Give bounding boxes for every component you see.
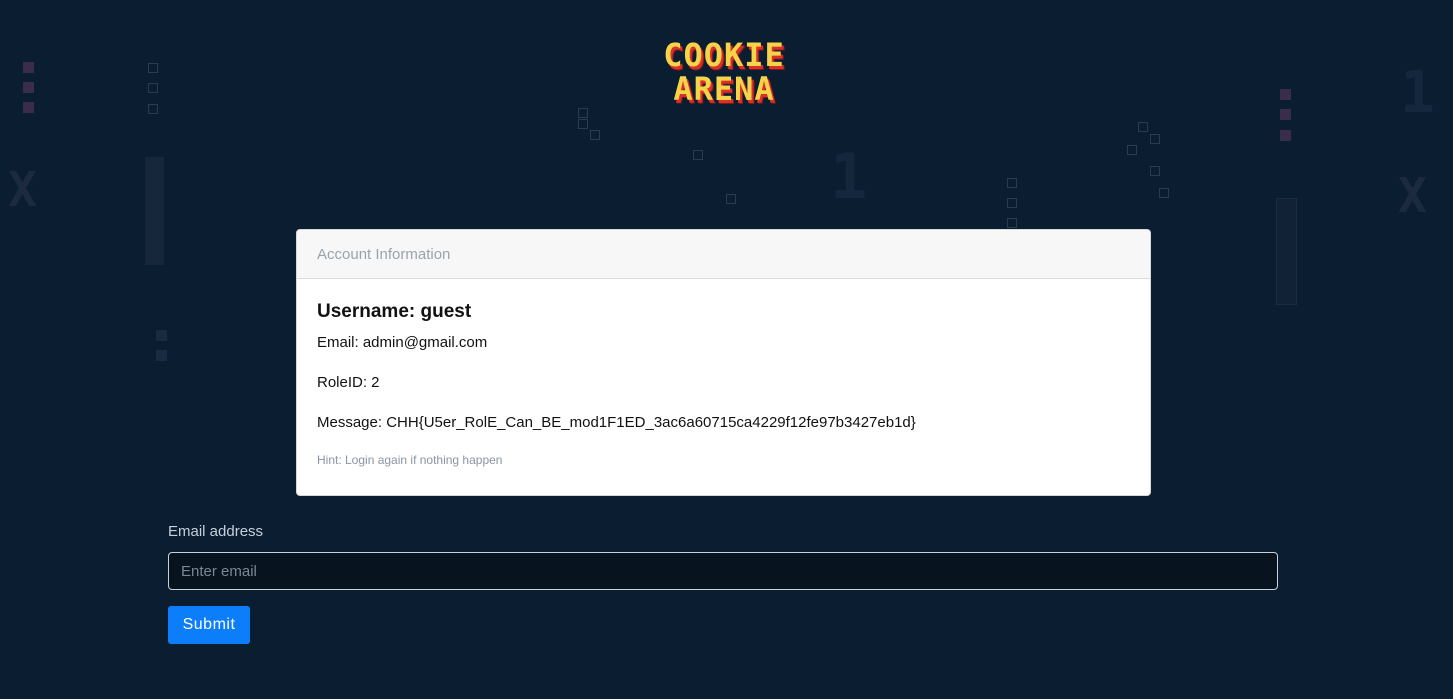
email-input[interactable] (168, 552, 1278, 590)
cookie-arena-logo: COOKIE ARENA (644, 38, 804, 106)
card-header: Account Information (297, 230, 1150, 279)
pixel-decoration (1138, 122, 1148, 132)
pixel-decoration (23, 102, 34, 113)
pixel-decoration (1159, 188, 1169, 198)
pixel-decoration (1007, 198, 1017, 208)
pixel-decoration (578, 119, 588, 129)
username-text: Username: guest (317, 301, 472, 322)
logo-line-cookie: COOKIE (663, 36, 785, 74)
role-id-text: RoleID: 2 (317, 374, 380, 391)
pixel-decoration (148, 63, 158, 73)
pixel-decoration (726, 194, 736, 204)
pixel-decoration (1007, 218, 1017, 228)
pixel-decoration (156, 330, 167, 341)
pixel-decoration (156, 350, 167, 361)
digit-decoration: 1 (830, 140, 868, 213)
pixel-decoration (148, 83, 158, 93)
pixel-decoration (590, 130, 600, 140)
pixel-decoration (1280, 109, 1291, 120)
pixel-decoration (1150, 166, 1160, 176)
pixel-decoration (148, 104, 158, 114)
email-text: Email: admin@gmail.com (317, 334, 488, 351)
x-decoration: X (8, 162, 37, 218)
pixel-decoration (1127, 145, 1137, 155)
x-decoration: X (1398, 168, 1427, 224)
account-info-card: Account Information Username: guest Emai… (296, 229, 1151, 496)
card-body: Username: guest Email: admin@gmail.com R… (297, 279, 1150, 467)
hint-text: Hint: Login again if nothing happen (317, 453, 503, 467)
submit-button[interactable]: Submit (168, 606, 250, 644)
email-label: Email address (168, 523, 264, 540)
bar-decoration (1276, 198, 1297, 305)
page: X 1 1 X COOKIE ARENA Account Information… (0, 0, 1453, 699)
pixel-decoration (1280, 130, 1291, 141)
pixel-decoration (1007, 178, 1017, 188)
pixel-decoration (23, 62, 34, 73)
pixel-decoration (1280, 89, 1291, 100)
bar-decoration (145, 157, 164, 265)
pixel-decoration (578, 108, 588, 118)
message-text: Message: CHH{U5er_RolE_Can_BE_mod1F1ED_3… (317, 414, 916, 431)
pixel-decoration (23, 82, 34, 93)
pixel-decoration (1150, 134, 1160, 144)
pixel-decoration (693, 150, 703, 160)
digit-decoration: 1 (1400, 58, 1435, 126)
logo-line-arena: ARENA (673, 70, 775, 108)
